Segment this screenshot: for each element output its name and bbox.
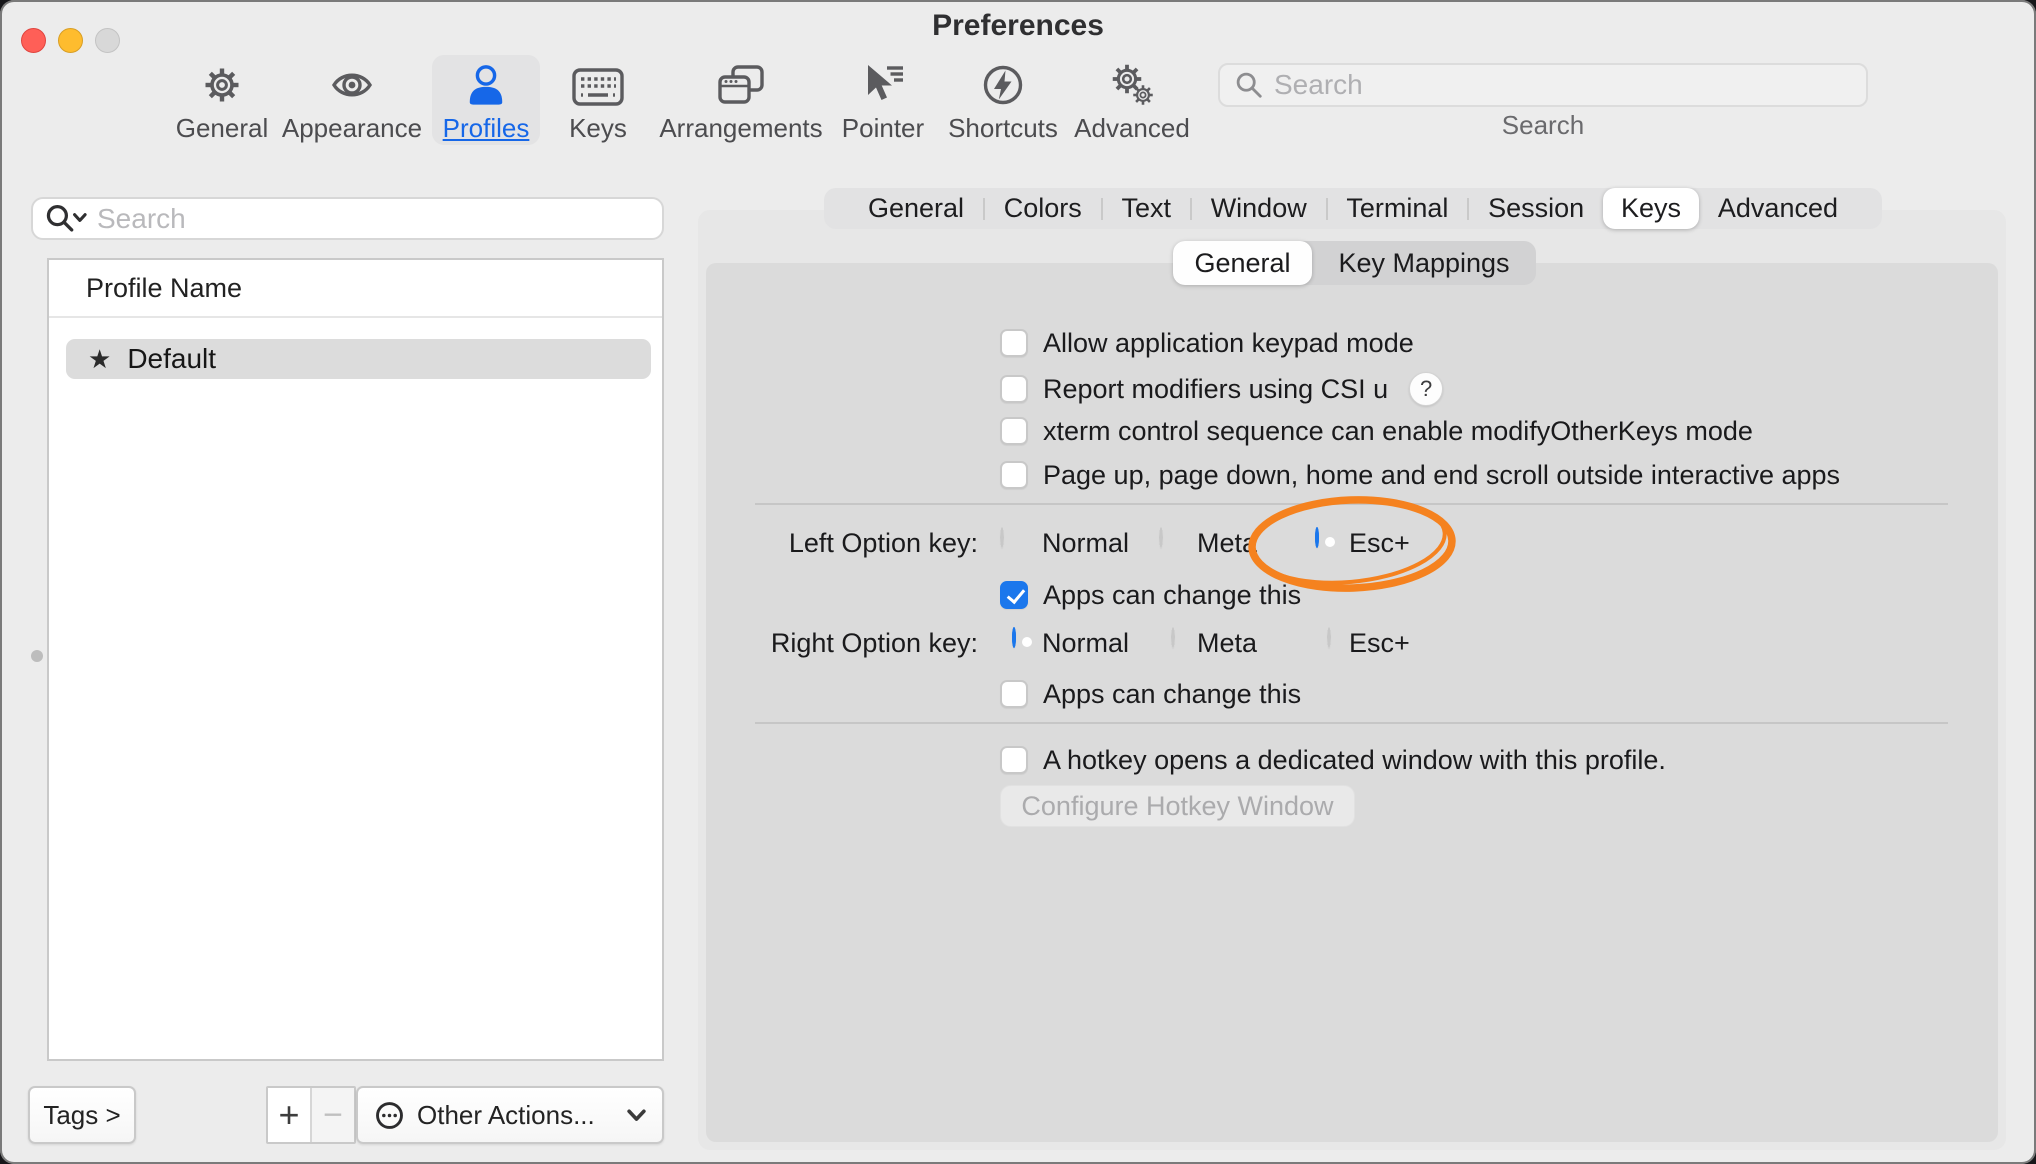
tab-separator [983,198,985,220]
checkbox-row: Apps can change this [1000,676,1301,712]
csi-u-checkbox[interactable] [1000,375,1028,403]
left-option-normal-radio[interactable] [1000,527,1004,548]
tab-separator [1467,198,1469,220]
gears-icon [1108,62,1156,108]
profile-tab-bar: General Colors Text Window Terminal Sess… [824,188,1882,229]
checkbox-row: Page up, page down, home and end scroll … [1000,457,1840,493]
tab-window[interactable]: Window [1193,188,1325,229]
toolbar-item-advanced[interactable]: Advanced [1066,55,1198,145]
add-remove-group: + − [266,1086,356,1144]
left-option-esc-radio[interactable] [1315,527,1319,548]
help-button[interactable]: ? [1409,372,1443,406]
hotkey-window-checkbox[interactable] [1000,746,1028,774]
checkbox-row: xterm control sequence can enable modify… [1000,413,1753,449]
left-option-meta-radio[interactable] [1159,527,1163,548]
tab-advanced[interactable]: Advanced [1700,188,1856,229]
tags-button[interactable]: Tags > [28,1086,136,1144]
toolbar-search-caption: Search [1218,110,1868,141]
other-actions-dropdown[interactable]: Other Actions... [356,1086,664,1144]
tab-session[interactable]: Session [1470,188,1602,229]
ellipsis-circle-icon [374,1100,405,1131]
subtab-general[interactable]: General [1173,241,1312,285]
configure-hotkey-window-button[interactable]: Configure Hotkey Window [1000,785,1355,827]
toolbar-item-pointer[interactable]: Pointer [828,55,938,145]
right-option-key-label: Right Option key: [700,624,978,662]
profile-list-header: Profile Name [49,260,662,318]
search-icon [1234,70,1264,100]
profile-row-default[interactable]: ★ Default [66,339,651,379]
tab-keys[interactable]: Keys [1603,188,1699,229]
checkbox-row: Report modifiers using CSI u ? [1000,371,1443,407]
tab-general[interactable]: General [850,188,982,229]
checkbox-row: Allow application keypad mode [1000,325,1414,361]
default-star-icon: ★ [88,344,111,375]
right-apps-can-change-checkbox[interactable] [1000,680,1028,708]
tab-text[interactable]: Text [1103,188,1189,229]
toolbar-search-field[interactable]: Search [1218,63,1868,107]
tab-terminal[interactable]: Terminal [1328,188,1466,229]
splitter-dot[interactable] [31,650,43,662]
subtab-key-mappings[interactable]: Key Mappings [1312,241,1536,285]
remove-profile-button[interactable]: − [310,1088,354,1142]
toolbar-item-shortcuts[interactable]: Shortcuts [938,55,1068,145]
tab-colors[interactable]: Colors [986,188,1100,229]
allow-keypad-checkbox[interactable] [1000,329,1028,357]
profile-search-placeholder: Search [97,203,186,235]
checkbox-row: Apps can change this [1000,577,1301,613]
toolbar-item-keys[interactable]: Keys [553,55,643,145]
checkbox-row: A hotkey opens a dedicated window with t… [1000,742,1666,778]
add-profile-button[interactable]: + [268,1088,310,1142]
right-option-normal-radio[interactable] [1012,627,1016,648]
eye-icon [329,62,375,108]
cursor-icon [861,62,905,108]
tab-separator [1101,198,1103,220]
toolbar-item-general[interactable]: General [161,55,283,145]
chevron-down-icon [627,1109,646,1122]
person-icon [465,62,507,108]
toolbar-item-profiles[interactable]: Profiles [432,55,540,145]
keys-subtab-bar: General Key Mappings [1173,241,1536,285]
toolbar-item-arrangements[interactable]: Arrangements [655,55,827,145]
modify-other-keys-checkbox[interactable] [1000,417,1028,445]
gear-icon [200,62,244,108]
divider [755,503,1948,505]
windows-icon [718,62,764,108]
divider [755,722,1948,724]
left-option-key-label: Left Option key: [700,524,978,562]
profile-list: Profile Name ★ Default [47,258,664,1061]
window-title: Preferences [0,9,2036,43]
search-scope-icon [45,203,87,234]
profile-search-field[interactable]: Search [31,197,664,240]
toolbar-item-appearance[interactable]: Appearance [277,55,427,145]
bolt-icon [981,62,1025,108]
tab-separator [1190,198,1192,220]
tab-separator [1326,198,1328,220]
preferences-window: Preferences General Appearance Profiles … [0,0,2036,1164]
profile-name: Default [127,343,216,375]
scroll-outside-apps-checkbox[interactable] [1000,461,1028,489]
right-option-esc-radio[interactable] [1327,627,1331,648]
left-apps-can-change-checkbox[interactable] [1000,581,1028,609]
keyboard-icon [572,62,624,108]
right-option-meta-radio[interactable] [1171,627,1175,648]
toolbar-search-placeholder: Search [1274,69,1363,101]
